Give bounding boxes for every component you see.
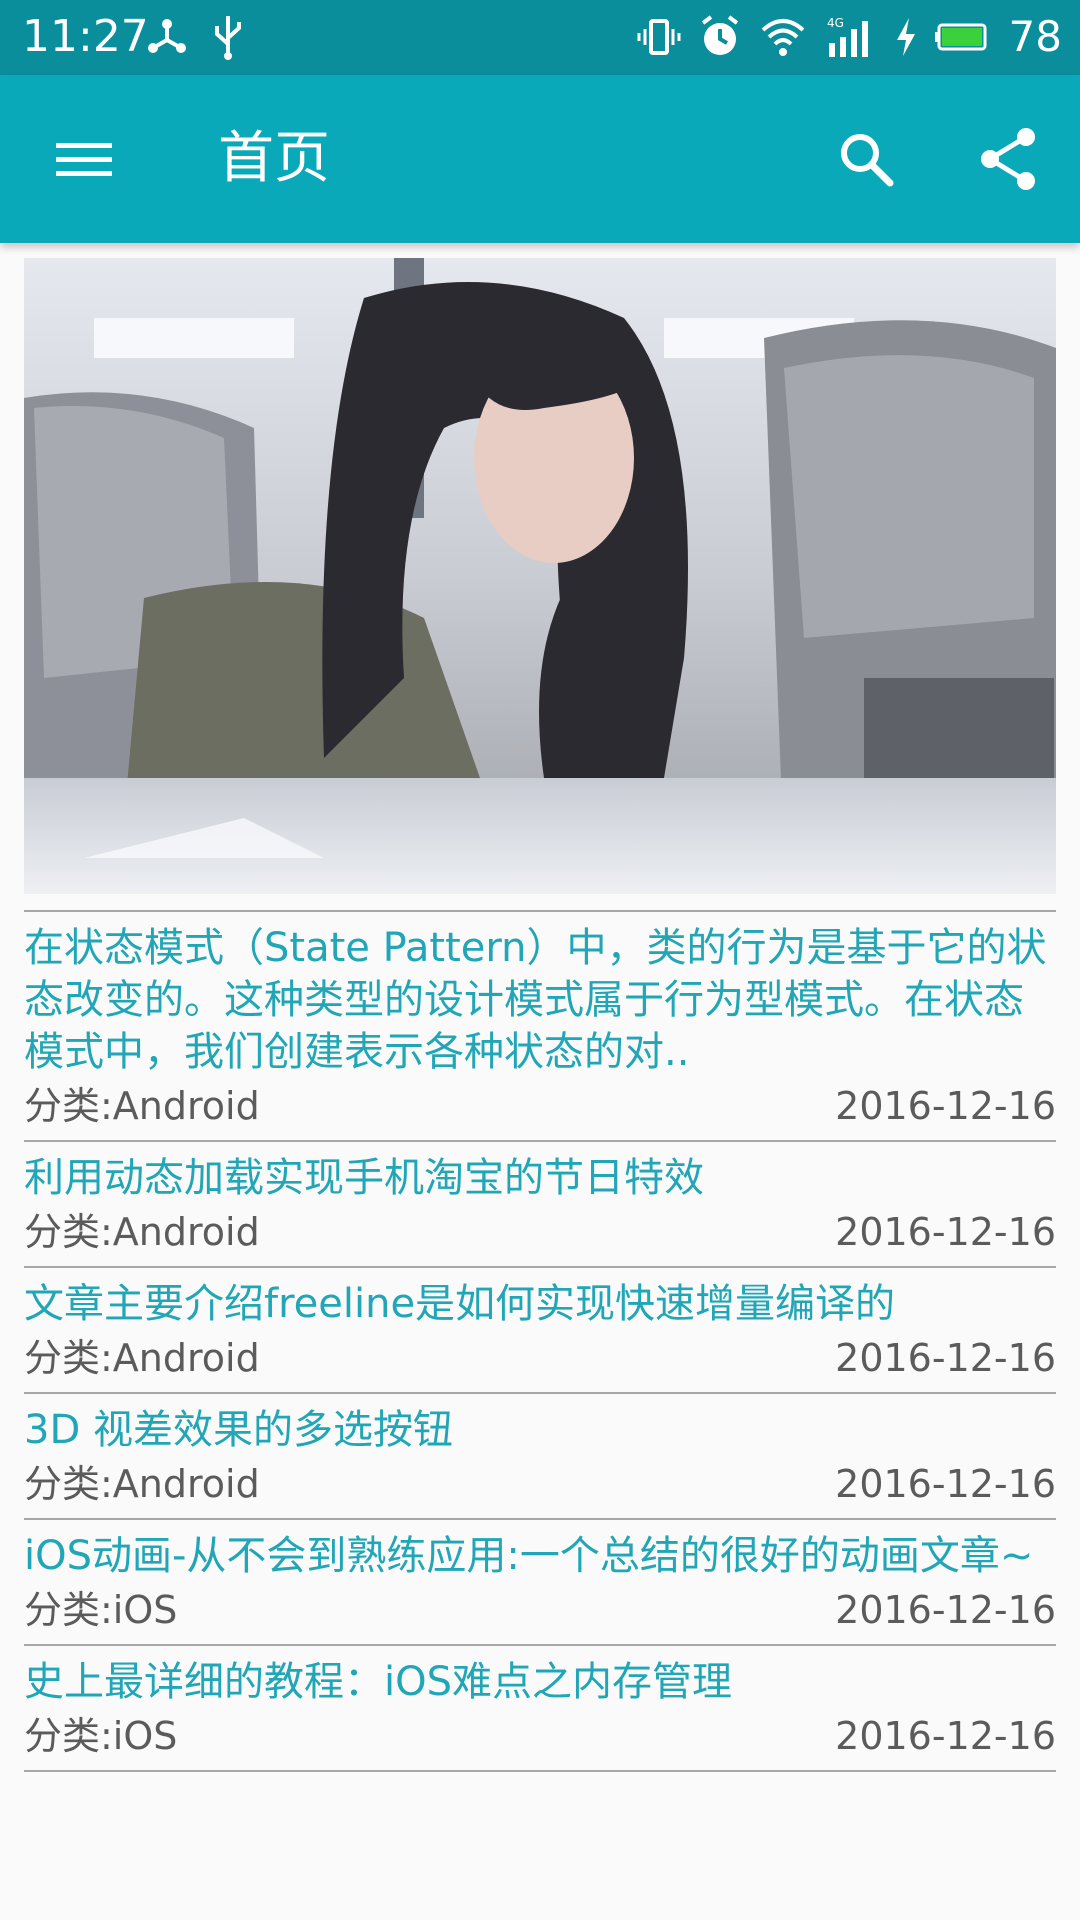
status-bar: 11:27 4G 78: [0, 0, 1080, 75]
article-date: 2016-12-16: [835, 1084, 1056, 1128]
list-item[interactable]: 利用动态加载实现手机淘宝的节日特效 分类:Android 2016-12-16: [24, 1140, 1056, 1266]
article-meta: 分类:iOS 2016-12-16: [24, 1714, 1056, 1770]
signal-4g-icon: 4G: [827, 16, 868, 57]
article-meta: 分类:Android 2016-12-16: [24, 1210, 1056, 1266]
alarm-icon: [701, 15, 738, 55]
article-category: 分类:iOS: [24, 1588, 178, 1632]
status-left-icons: [145, 14, 245, 60]
article-category: 分类:Android: [24, 1462, 260, 1506]
article-list-container: 在状态模式（State Pattern）中，类的行为是基于它的状态改变的。这种类…: [24, 258, 1056, 1772]
article-title: 3D 视差效果的多选按钮: [24, 1407, 453, 1453]
list-item[interactable]: 文章主要介绍freeline是如何实现快速增量编译的 分类:Android 20…: [24, 1266, 1056, 1392]
network-share-icon: [148, 19, 186, 53]
app-bar: 首页: [0, 75, 1080, 243]
articles-list: 在状态模式（State Pattern）中，类的行为是基于它的状态改变的。这种类…: [24, 910, 1056, 1772]
menu-icon: [56, 143, 112, 176]
banner-photo[interactable]: [24, 258, 1056, 894]
menu-button[interactable]: [44, 119, 124, 199]
article-date: 2016-12-16: [835, 1714, 1056, 1758]
share-button[interactable]: [968, 119, 1048, 199]
share-icon: [981, 128, 1035, 190]
article-meta: 分类:iOS 2016-12-16: [24, 1588, 1056, 1644]
vibrate-icon: [637, 19, 681, 55]
search-button[interactable]: [826, 119, 906, 199]
list-item[interactable]: iOS动画-从不会到熟练应用:一个总结的很好的动画文章~ 分类:iOS 2016…: [24, 1518, 1056, 1644]
usb-icon: [215, 16, 241, 60]
svg-text:4G: 4G: [827, 16, 844, 30]
article-meta: 分类:Android 2016-12-16: [24, 1462, 1056, 1518]
article-meta: 分类:Android 2016-12-16: [24, 1336, 1056, 1392]
article-date: 2016-12-16: [835, 1336, 1056, 1380]
search-icon: [841, 134, 894, 187]
article-title: 在状态模式（State Pattern）中，类的行为是基于它的状态改变的。这种类…: [24, 925, 1047, 1075]
article-title: 文章主要介绍freeline是如何实现快速增量编译的: [24, 1281, 896, 1327]
page-title: 首页: [218, 126, 330, 191]
battery-icon: [934, 23, 987, 51]
article-category: 分类:iOS: [24, 1714, 178, 1758]
article-category: 分类:Android: [24, 1336, 260, 1380]
article-title: iOS动画-从不会到熟练应用:一个总结的很好的动画文章~: [24, 1533, 1034, 1579]
wifi-icon: [761, 19, 804, 56]
list-item[interactable]: 史上最详细的教程：iOS难点之内存管理 分类:iOS 2016-12-16: [24, 1644, 1056, 1770]
charging-icon: [896, 18, 915, 56]
divider: [24, 1770, 1056, 1772]
status-time: 11:27: [22, 11, 149, 62]
status-right-icons: 4G 78: [637, 12, 1062, 62]
article-date: 2016-12-16: [835, 1210, 1056, 1254]
article-date: 2016-12-16: [835, 1462, 1056, 1506]
list-item[interactable]: 3D 视差效果的多选按钮 分类:Android 2016-12-16: [24, 1392, 1056, 1518]
article-date: 2016-12-16: [835, 1588, 1056, 1632]
article-meta: 分类:Android 2016-12-16: [24, 1084, 1056, 1140]
battery-level: 78: [1008, 12, 1062, 61]
article-category: 分类:Android: [24, 1084, 260, 1128]
list-item[interactable]: 在状态模式（State Pattern）中，类的行为是基于它的状态改变的。这种类…: [24, 910, 1056, 1140]
article-title: 史上最详细的教程：iOS难点之内存管理: [24, 1659, 732, 1705]
article-category: 分类:Android: [24, 1210, 260, 1254]
article-title: 利用动态加载实现手机淘宝的节日特效: [24, 1155, 704, 1201]
